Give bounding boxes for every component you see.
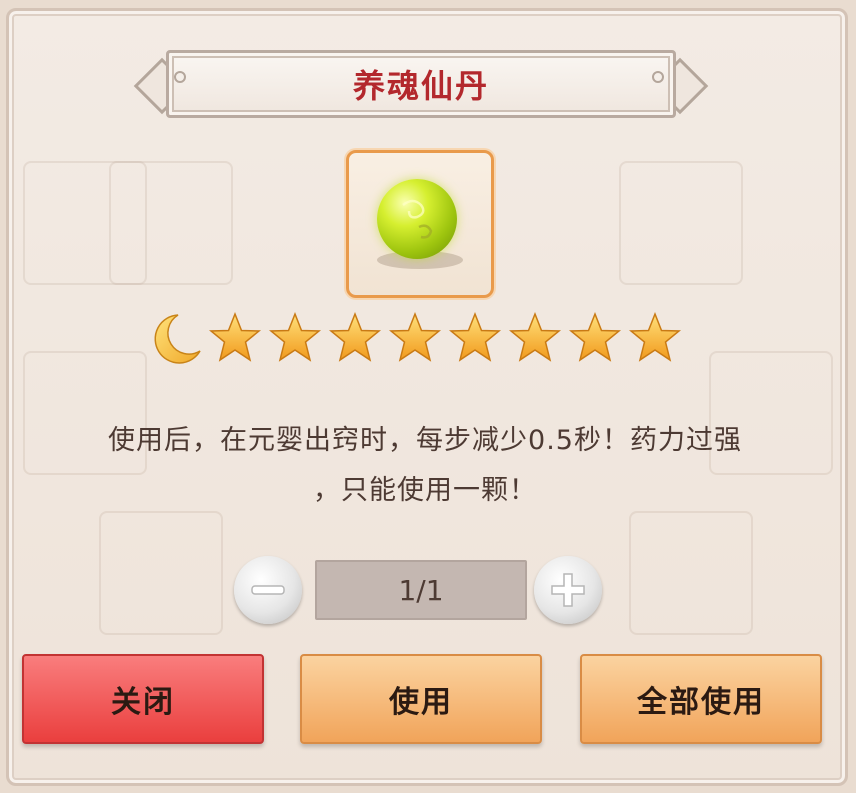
pill-orb-icon: [377, 179, 457, 259]
title-dot-left: [174, 71, 186, 83]
description-line-1: 使用后，在元婴出窍时，每步减少0.5秒！药力过强: [108, 425, 742, 456]
star-icon: [628, 311, 682, 362]
background-item-slot: [629, 511, 753, 635]
use-all-button-label: 全部使用: [637, 685, 765, 720]
increase-button[interactable]: [534, 556, 602, 624]
close-button-label: 关闭: [111, 685, 175, 720]
item-description: 使用后，在元婴出窍时，每步减少0.5秒！药力过强 ，只能使用一颗！: [20, 416, 830, 516]
title-banner: 养魂仙丹: [130, 44, 710, 122]
star-icon: [388, 311, 442, 362]
star-icon: [268, 311, 322, 362]
use-button[interactable]: 使用: [300, 654, 542, 744]
star-icon: [568, 311, 622, 362]
title-frame: 养魂仙丹: [166, 50, 676, 118]
decrease-button[interactable]: [234, 556, 302, 624]
item-title: 养魂仙丹: [352, 67, 489, 105]
description-line-2: ，只能使用一颗！: [313, 475, 537, 506]
item-icon-frame: [346, 150, 494, 298]
quantity-display: 1/1: [315, 560, 527, 620]
use-button-label: 使用: [389, 685, 453, 720]
quantity-value: 1/1: [398, 573, 444, 607]
moon-icon: [154, 314, 201, 364]
background-item-slot: [619, 161, 743, 285]
close-button[interactable]: 关闭: [22, 654, 264, 744]
star-icon: [328, 311, 382, 362]
star-icon: [208, 311, 262, 362]
background-item-slot: [109, 161, 233, 285]
title-dot-right: [652, 71, 664, 83]
star-icon: [448, 311, 502, 362]
background-item-slot: [99, 511, 223, 635]
rating-row: [148, 308, 682, 368]
use-all-button[interactable]: 全部使用: [580, 654, 822, 744]
plus-icon: [551, 573, 585, 607]
star-icon: [508, 311, 562, 362]
minus-icon: [251, 585, 285, 595]
